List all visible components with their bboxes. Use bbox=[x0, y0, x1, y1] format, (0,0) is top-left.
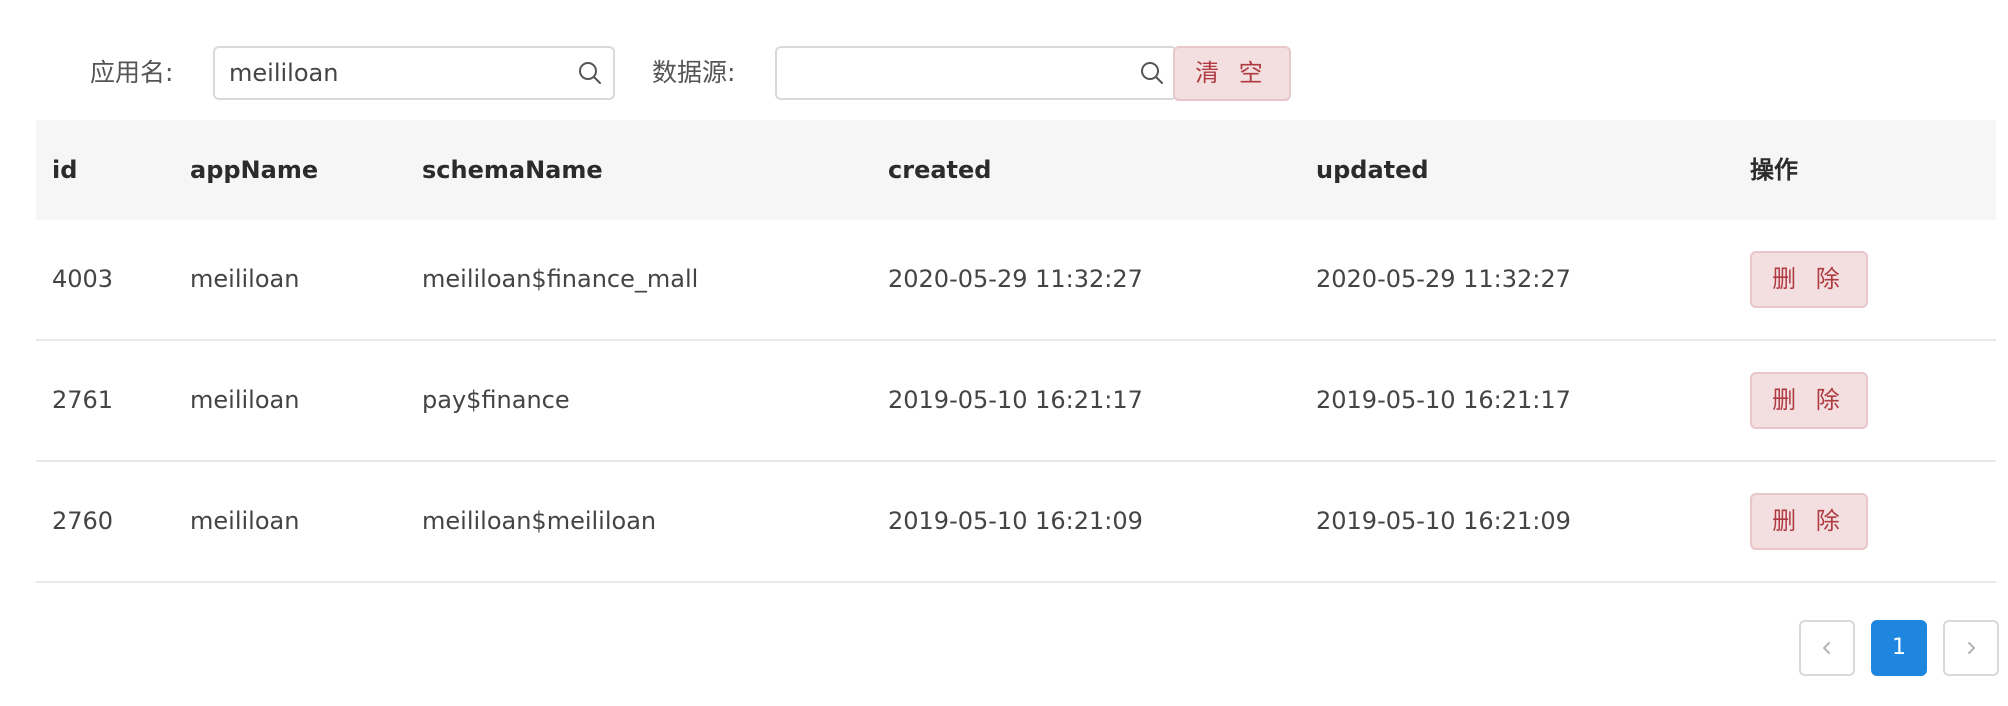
cell-id: 2761 bbox=[52, 386, 114, 414]
search-icon[interactable] bbox=[1139, 60, 1165, 86]
cell-schema-name: pay$finance bbox=[422, 386, 570, 414]
cell-id: 2760 bbox=[52, 507, 114, 535]
filter-bar: 应用名: 数据源: 清 空 bbox=[0, 0, 2008, 120]
cell-app-name: meililoan bbox=[190, 507, 300, 535]
search-icon[interactable] bbox=[577, 60, 603, 86]
delete-button[interactable]: 删 除 bbox=[1750, 493, 1868, 550]
next-page-button[interactable] bbox=[1943, 620, 1999, 676]
clear-button[interactable]: 清 空 bbox=[1173, 46, 1291, 101]
table-header: id appName schemaName created updated 操作 bbox=[36, 120, 1996, 220]
column-header-created: created bbox=[888, 156, 992, 184]
page-number-button[interactable]: 1 bbox=[1871, 620, 1927, 676]
app-name-label: 应用名: bbox=[90, 58, 174, 87]
cell-updated: 2019-05-10 16:21:09 bbox=[1316, 507, 1571, 535]
cell-schema-name: meililoan$meililoan bbox=[422, 507, 657, 535]
cell-updated: 2020-05-29 11:32:27 bbox=[1316, 265, 1571, 293]
schema-input[interactable] bbox=[791, 48, 1131, 98]
cell-created: 2020-05-29 11:32:27 bbox=[888, 265, 1143, 293]
cell-app-name: meililoan bbox=[190, 386, 300, 414]
app-name-input[interactable] bbox=[229, 48, 569, 98]
chevron-right-icon bbox=[1968, 642, 1975, 654]
column-header-app-name: appName bbox=[190, 156, 319, 184]
cell-created: 2019-05-10 16:21:09 bbox=[888, 507, 1143, 535]
column-header-id: id bbox=[52, 156, 78, 184]
data-table: id appName schemaName created updated 操作… bbox=[36, 120, 1996, 583]
schema-search-box[interactable] bbox=[775, 46, 1177, 100]
delete-button[interactable]: 删 除 bbox=[1750, 251, 1868, 308]
column-header-updated: updated bbox=[1316, 156, 1429, 184]
cell-app-name: meililoan bbox=[190, 265, 300, 293]
table-row: 2761 meililoan pay$finance 2019-05-10 16… bbox=[36, 341, 1996, 462]
delete-button[interactable]: 删 除 bbox=[1750, 372, 1868, 429]
schema-label: 数据源: bbox=[652, 58, 736, 87]
column-header-action: 操作 bbox=[1750, 156, 1798, 184]
cell-id: 4003 bbox=[52, 265, 114, 293]
table-row: 2760 meililoan meililoan$meililoan 2019-… bbox=[36, 462, 1996, 583]
cell-updated: 2019-05-10 16:21:17 bbox=[1316, 386, 1571, 414]
cell-schema-name: meililoan$finance_mall bbox=[422, 265, 699, 293]
cell-created: 2019-05-10 16:21:17 bbox=[888, 386, 1143, 414]
app-name-search-box[interactable] bbox=[213, 46, 615, 100]
column-header-schema-name: schemaName bbox=[422, 156, 603, 184]
prev-page-button[interactable] bbox=[1799, 620, 1855, 676]
chevron-left-icon bbox=[1823, 642, 1830, 654]
table-row: 4003 meililoan meililoan$finance_mall 20… bbox=[36, 220, 1996, 341]
